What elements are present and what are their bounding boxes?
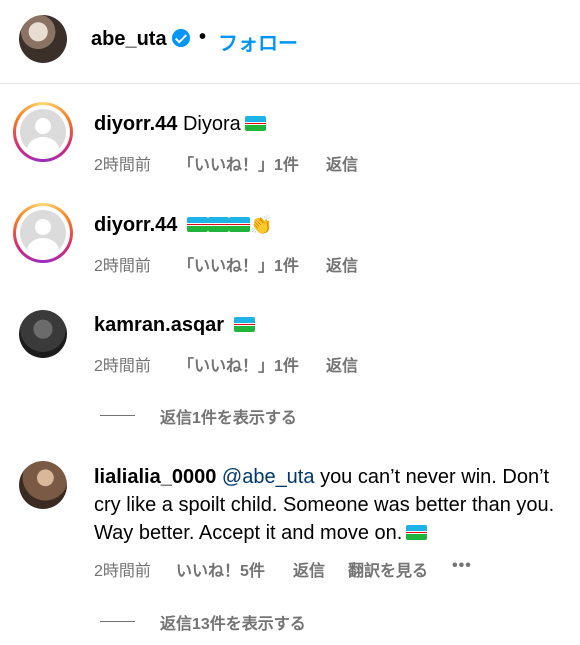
uzbekistan-flag-icon (228, 217, 250, 232)
uzbekistan-flag-icon (207, 217, 229, 232)
verified-badge-icon (172, 29, 190, 47)
commenter-avatar[interactable] (13, 102, 73, 162)
comment-text: Diyora (182, 113, 241, 135)
uzbekistan-flag-icon (233, 317, 255, 332)
comment-username[interactable]: kamran.asqar (94, 314, 224, 336)
replies-divider (100, 621, 135, 622)
header-separator: • (199, 26, 207, 48)
comment-body: diyorr.44 👏 (94, 211, 576, 239)
reply-button[interactable]: 返信 (326, 352, 358, 376)
translate-button[interactable]: 翻訳を見る (348, 557, 428, 581)
comment-time[interactable]: 2時間前 (94, 252, 151, 276)
commenter-avatar[interactable] (13, 203, 73, 263)
comment-body: kamran.asqar (94, 311, 576, 339)
uzbekistan-flag-icon (186, 217, 208, 232)
likes-count[interactable]: 「いいね！」1件 (178, 151, 299, 175)
comment-username[interactable]: diyorr.44 (94, 113, 177, 135)
author-username[interactable]: abe_uta (91, 28, 167, 51)
replies-divider (100, 415, 135, 416)
likes-count[interactable]: 「いいね！」1件 (178, 252, 299, 276)
comment-username[interactable]: diyorr.44 (94, 214, 177, 236)
mention-link[interactable]: @abe_uta (222, 466, 315, 488)
comment-text-line-2: cry like a spoilt child. Someone was bet… (94, 494, 555, 516)
likes-count[interactable]: 「いいね！」1件 (178, 352, 299, 376)
comment-body: lialialia_0000 @abe_uta you can’t never … (94, 463, 576, 547)
view-replies-label[interactable]: 返信13件を表示する (160, 610, 306, 634)
comment-time[interactable]: 2時間前 (94, 151, 151, 175)
clapping-hands-icon: 👏 (249, 215, 273, 235)
default-profile-icon (20, 109, 66, 155)
view-replies-label[interactable]: 返信1件を表示する (160, 404, 297, 428)
reply-button[interactable]: 返信 (326, 151, 358, 175)
likes-count[interactable]: いいね！5件 (176, 557, 265, 581)
commenter-avatar[interactable] (19, 461, 67, 509)
reply-button[interactable]: 返信 (293, 557, 325, 581)
default-profile-icon (20, 210, 66, 256)
more-options-icon[interactable]: ••• (452, 557, 472, 575)
comment-username[interactable]: lialialia_0000 (94, 466, 216, 488)
uzbekistan-flag-icon (406, 525, 428, 540)
comment-text-line-3: Way better. Accept it and move on. (94, 522, 403, 544)
post-header: abe_uta • フォロー (0, 0, 580, 84)
comment-time[interactable]: 2時間前 (94, 557, 151, 581)
follow-button[interactable]: フォロー (218, 27, 298, 56)
uzbekistan-flag-icon (244, 116, 266, 131)
comment-text-line-1: you can’t never win. Don’t (320, 466, 550, 488)
reply-button[interactable]: 返信 (326, 252, 358, 276)
comment-body: diyorr.44 Diyora (94, 110, 576, 138)
commenter-avatar[interactable] (19, 310, 67, 358)
comment-time[interactable]: 2時間前 (94, 352, 151, 376)
author-avatar[interactable] (19, 15, 67, 63)
